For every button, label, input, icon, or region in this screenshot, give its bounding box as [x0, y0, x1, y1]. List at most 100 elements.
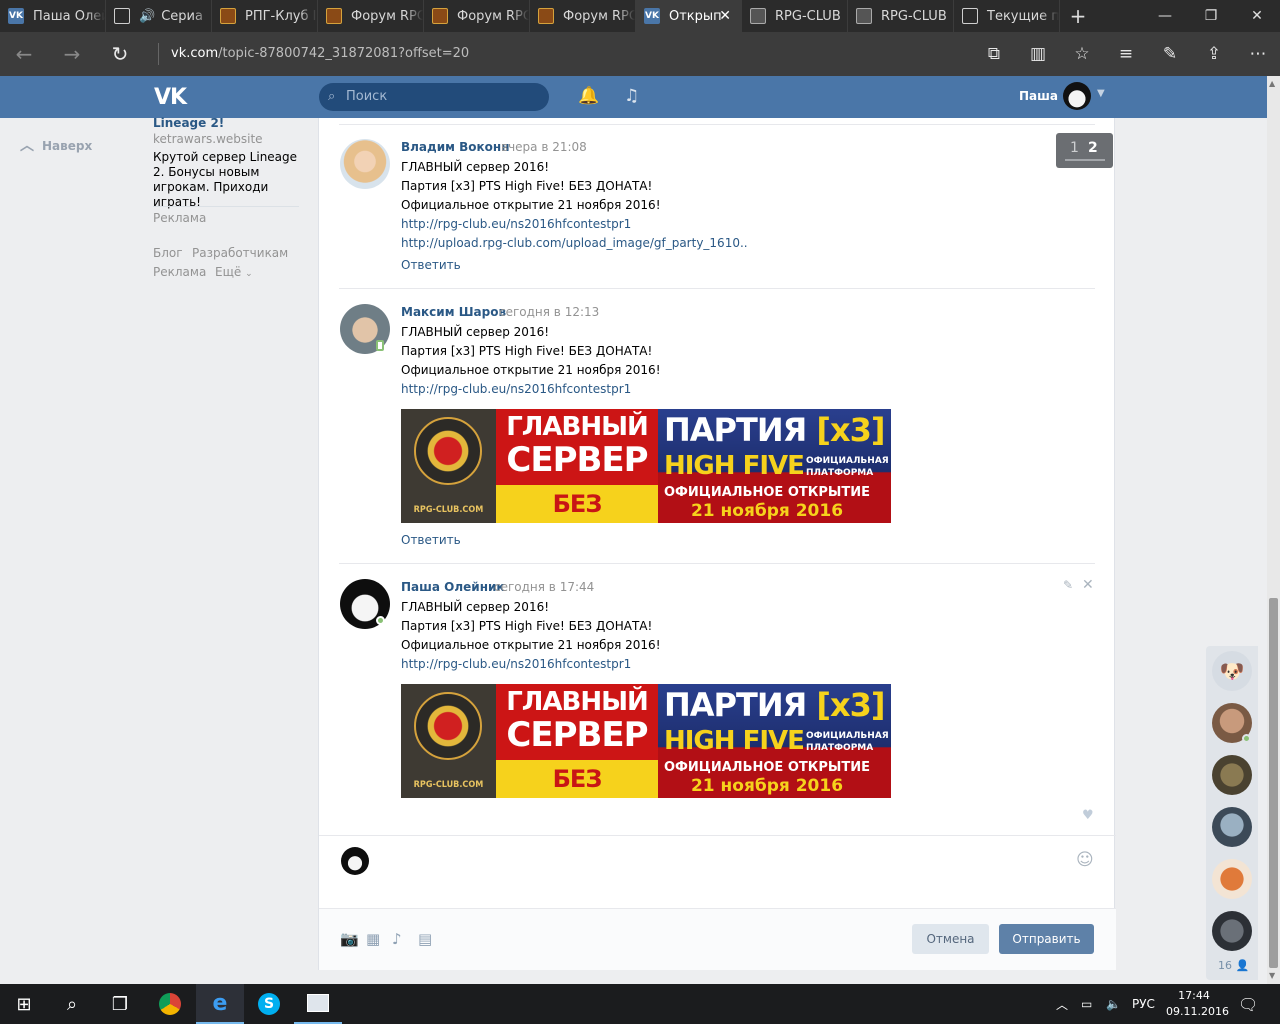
reply-link[interactable]: Ответить — [401, 258, 461, 272]
new-tab-icon[interactable]: + — [1060, 0, 1096, 32]
footer-link-developers[interactable]: Разработчикам — [192, 246, 288, 260]
video-icon[interactable]: ▦ — [366, 930, 380, 948]
reply-link[interactable]: Ответить — [401, 533, 461, 547]
skype-icon[interactable]: S — [245, 984, 293, 1024]
ad-text[interactable]: Крутой сервер Lineage 2. Бонусы новым иг… — [153, 150, 303, 210]
close-window-icon[interactable]: ✕ — [1234, 0, 1280, 32]
ad-label[interactable]: Реклама — [153, 211, 206, 225]
friend-avatar[interactable] — [1212, 911, 1252, 951]
comment-link[interactable]: http://rpg-club.eu/ns2016hfcontestpr1 — [401, 217, 631, 231]
vk-logo[interactable]: VK — [154, 85, 187, 110]
comment-date[interactable]: вчера в 21:08 — [501, 140, 587, 154]
ad-title[interactable]: Lineage 2! — [153, 116, 224, 130]
search-input[interactable]: ⌕ Поиск — [319, 83, 549, 111]
show-hidden-icons-icon[interactable]: ︿ — [1056, 984, 1068, 1024]
star-emblem-icon — [414, 417, 482, 485]
app-window-icon[interactable] — [294, 984, 342, 1024]
restore-icon[interactable]: ❐ — [1188, 0, 1234, 32]
edit-pencil-icon[interactable]: ✎ — [1063, 578, 1073, 592]
comment-date[interactable]: сегодня в 12:13 — [499, 305, 599, 319]
search-icon[interactable]: ⌕ — [48, 984, 96, 1024]
comment-author[interactable]: Владим Воконн — [401, 140, 509, 154]
clock[interactable]: 17:44 09.11.2016 — [1166, 988, 1229, 1020]
browser-tab[interactable]: 🔊 Сериа — [106, 0, 212, 32]
delete-icon[interactable]: ✕ — [1082, 577, 1094, 593]
attached-banner-image[interactable]: RPG-CLUB.COM ГЛАВНЫЙСЕРВЕРБЕЗ ДОНАТА ПАР… — [401, 684, 891, 798]
avatar[interactable] — [1063, 82, 1091, 110]
friend-avatar[interactable] — [1212, 807, 1252, 847]
divider — [319, 835, 1116, 836]
comment-date[interactable]: сегодня в 17:44 — [494, 580, 594, 594]
bell-icon[interactable]: 🔔 — [578, 86, 599, 106]
url-field[interactable]: vk.com/topic-87800742_31872081?offset=20 — [158, 43, 469, 65]
scroll-down-icon[interactable]: ▼ — [1269, 971, 1275, 980]
comment-text-line: Официальное открытие 21 ноября 2016! — [401, 638, 661, 652]
music-note-icon[interactable]: ♫ — [624, 86, 639, 106]
more-menu-icon[interactable]: ⋯ — [1236, 32, 1280, 76]
footer-link-blog[interactable]: Блог — [153, 246, 183, 260]
ad-domain[interactable]: ketrawars.website — [153, 132, 263, 146]
music-note-icon[interactable]: ♪ — [392, 930, 402, 948]
attached-banner-image[interactable]: RPG-CLUB.COM ГЛАВНЫЙСЕРВЕРБЕЗ ДОНАТА ПАР… — [401, 409, 891, 523]
chrome-icon[interactable] — [146, 984, 194, 1024]
scrollbar-thumb[interactable] — [1269, 598, 1278, 968]
favorite-star-icon[interactable]: ☆ — [1060, 32, 1104, 76]
friend-avatar[interactable] — [1212, 755, 1252, 795]
friend-avatar[interactable] — [1212, 859, 1252, 899]
emoji-smile-icon[interactable]: ☺ — [1076, 850, 1094, 870]
browser-tab[interactable]: РПГ-Клуб I — [212, 0, 318, 32]
comment-author[interactable]: Максим Шаров — [401, 305, 506, 319]
comment-author[interactable]: Паша Олейник — [401, 580, 505, 594]
rpg-favicon-icon — [326, 8, 342, 24]
online-status-icon — [1242, 734, 1251, 743]
share-icon[interactable]: ⇪ — [1192, 32, 1236, 76]
comment-link[interactable]: http://upload.rpg-club.com/upload_image/… — [401, 236, 748, 250]
browser-tab[interactable]: Форум RPC — [424, 0, 530, 32]
scroll-up-icon[interactable]: ▲ — [1269, 79, 1275, 88]
browser-tab[interactable]: Текущие пс — [954, 0, 1060, 32]
browser-tab[interactable]: RPG-CLUB — [742, 0, 848, 32]
browser-tab-active[interactable]: VK Открып ✕ — [636, 0, 742, 32]
refresh-icon[interactable]: ↻ — [96, 32, 144, 76]
reading-view-icon[interactable]: ▥ — [1016, 32, 1060, 76]
browser-tab[interactable]: Форум RPC — [530, 0, 636, 32]
windows-start-icon[interactable]: ⊞ — [0, 984, 48, 1024]
rpg-favicon-icon — [538, 8, 554, 24]
comment-input[interactable] — [381, 846, 1061, 876]
browser-scrollbar[interactable]: ▲ ▼ — [1267, 76, 1280, 984]
language-indicator[interactable]: РУС — [1132, 984, 1155, 1024]
comment-link[interactable]: http://rpg-club.eu/ns2016hfcontestpr1 — [401, 382, 631, 396]
back-arrow-icon[interactable]: ← — [0, 32, 48, 76]
send-button[interactable]: Отправить — [999, 924, 1094, 954]
person-icon: 👤 — [1235, 959, 1250, 972]
footer-link-ads[interactable]: Реклама — [153, 265, 206, 279]
notifications-icon[interactable]: 🗨 — [1238, 984, 1258, 1024]
user-name[interactable]: Паша — [1019, 89, 1058, 103]
page-action-icon[interactable]: ⧉ — [972, 32, 1016, 76]
back-to-top-link[interactable]: ︿ Наверх — [20, 135, 92, 155]
page-link[interactable]: 1 — [1070, 140, 1079, 156]
friends-count[interactable]: 16 👤 — [1218, 959, 1249, 972]
hub-icon[interactable]: ≡ — [1104, 32, 1148, 76]
search-icon: ⌕ — [328, 89, 336, 104]
forward-arrow-icon[interactable]: → — [48, 32, 96, 76]
browser-tab[interactable]: VK Паша Олей — [0, 0, 106, 32]
network-icon[interactable]: ▭ — [1081, 984, 1092, 1024]
heart-icon[interactable]: ♥ — [1082, 808, 1094, 823]
chevron-down-icon[interactable]: ▼ — [1097, 88, 1105, 99]
comment-link[interactable]: http://rpg-club.eu/ns2016hfcontestpr1 — [401, 657, 631, 671]
footer-link-more[interactable]: Ещё ⌄ — [215, 265, 253, 279]
task-view-icon[interactable]: ❐ — [96, 984, 144, 1024]
edge-icon[interactable]: e — [196, 984, 244, 1024]
cancel-button[interactable]: Отмена — [912, 924, 989, 954]
close-tab-icon[interactable]: ✕ — [719, 8, 731, 24]
browser-tab[interactable]: RPG-CLUB — [848, 0, 954, 32]
browser-tab[interactable]: Форум RPC — [318, 0, 424, 32]
web-note-icon[interactable]: ✎ — [1148, 32, 1192, 76]
minimize-icon[interactable]: — — [1142, 0, 1188, 32]
avatar[interactable] — [340, 139, 390, 189]
document-icon[interactable]: ▤ — [418, 930, 432, 948]
dog-mascot-icon[interactable]: 🐶 — [1212, 651, 1252, 691]
volume-icon[interactable]: 🔈 — [1106, 984, 1121, 1024]
camera-icon[interactable]: 📷 — [340, 930, 359, 948]
